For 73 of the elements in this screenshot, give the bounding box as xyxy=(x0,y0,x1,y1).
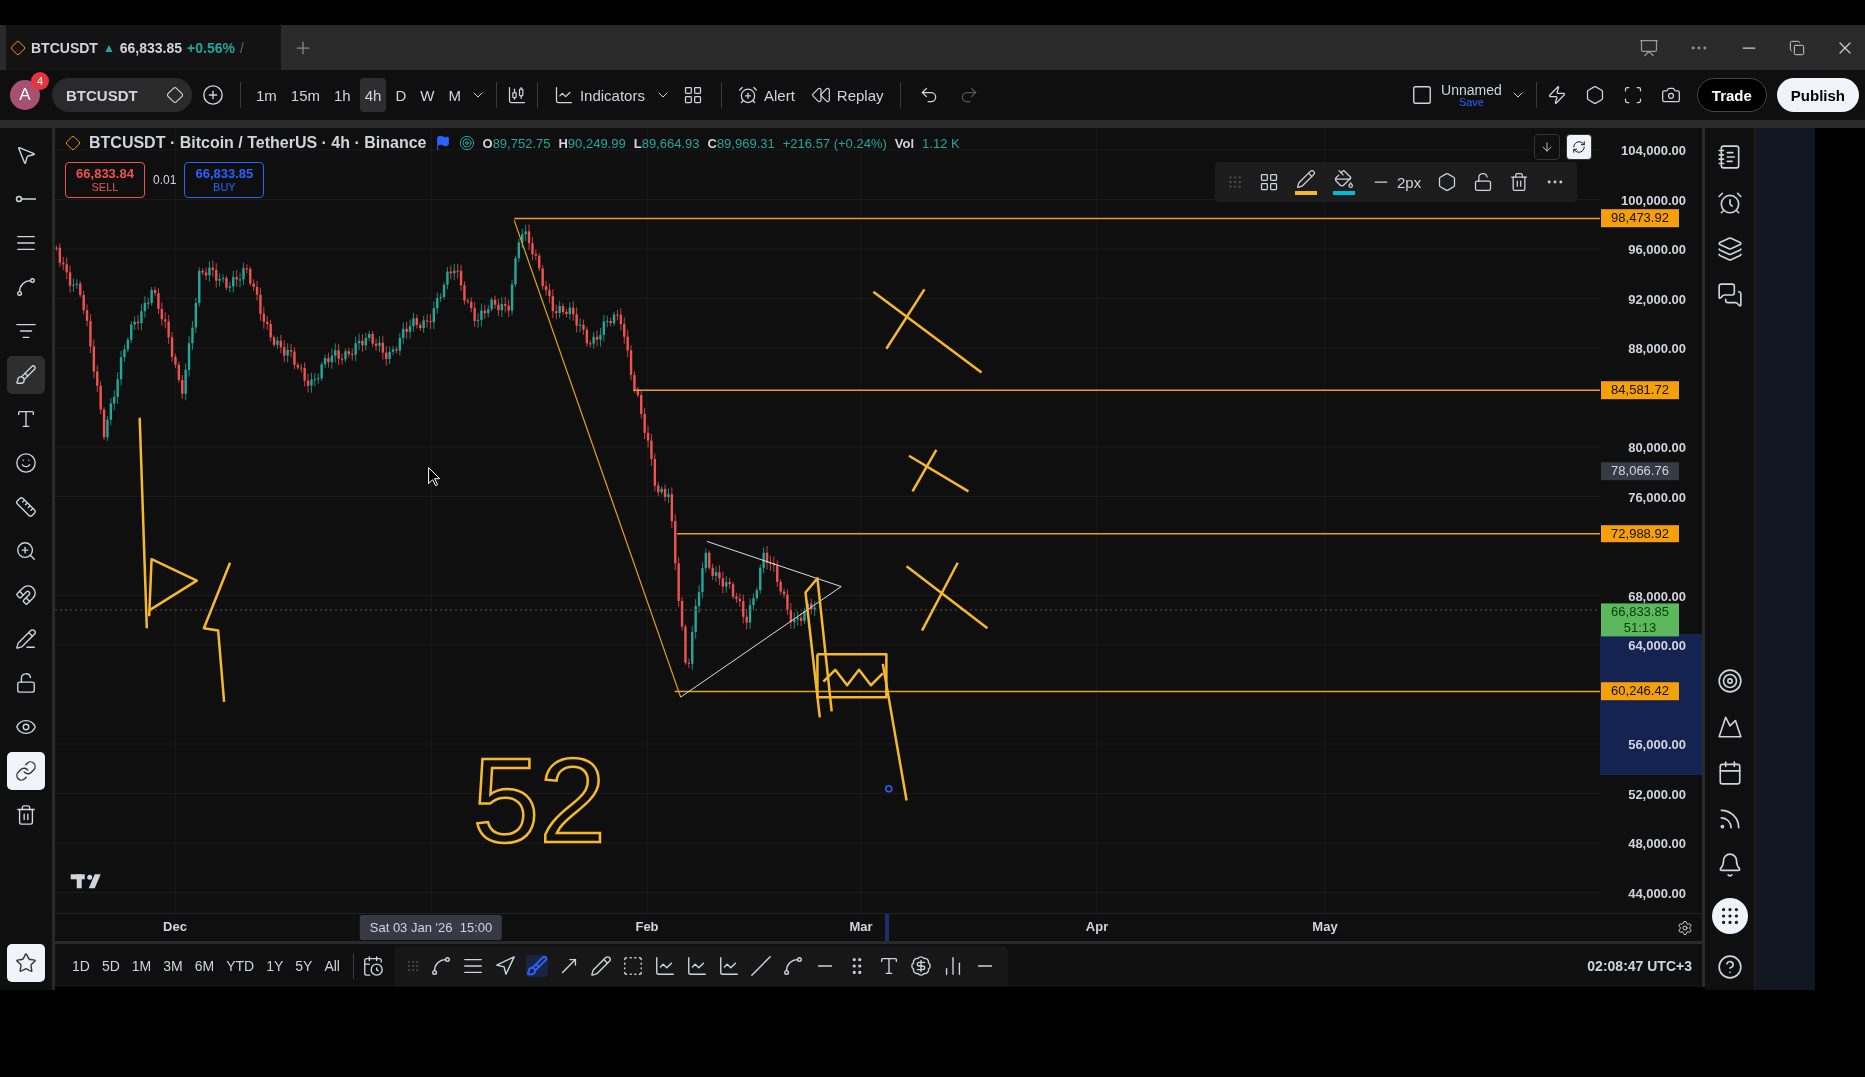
interval-tab[interactable]: M xyxy=(443,78,466,112)
price-tick: 48,000.00 xyxy=(1628,835,1686,851)
interval-tab[interactable]: 4h xyxy=(359,78,387,112)
range-button[interactable]: 5Y xyxy=(290,957,318,974)
range-button[interactable]: YTD xyxy=(221,957,260,974)
tab-price: 66,833.85 xyxy=(119,39,183,56)
ohlc-value: 89,664.93 xyxy=(641,135,700,151)
handwritten-annotation[interactable]: 52 xyxy=(472,733,607,868)
layout-name[interactable]: Unnamed xyxy=(1441,82,1502,97)
price-tick: 100,000.00 xyxy=(1620,192,1686,207)
publish-button[interactable]: Publish xyxy=(1776,78,1859,112)
tab-separator: / xyxy=(239,39,244,56)
ohlc-label: C xyxy=(707,135,717,151)
range-button[interactable]: All xyxy=(319,957,345,974)
price-tick: 64,000.00 xyxy=(1628,637,1686,653)
up-arrow: ▲ xyxy=(102,40,115,55)
price-label: 60,246.42 xyxy=(1601,682,1679,701)
time-label: Mar xyxy=(849,919,873,934)
interval-tab[interactable]: 1m xyxy=(251,78,282,112)
price-tick: 96,000.00 xyxy=(1628,241,1686,257)
order-quantity[interactable]: 0.01 xyxy=(153,173,177,187)
ohlc-value: 89,969.31 xyxy=(716,135,775,151)
price-change: +216.57 (+0.24%) xyxy=(782,135,887,151)
price-label: 78,066.76 xyxy=(1601,462,1679,480)
price-label: 66,833.85 51:13 xyxy=(1601,603,1679,637)
indicators-button[interactable]: Indicators xyxy=(547,78,651,112)
ohlc-label: O xyxy=(482,135,493,151)
time-label: Dec xyxy=(163,919,187,934)
notification-badge: 4 xyxy=(31,72,49,90)
price-label: 72,988.92 xyxy=(1601,524,1679,543)
price-label: 84,581.72 xyxy=(1601,381,1679,400)
time-label: Apr xyxy=(1085,919,1109,934)
price-label: 98,473.92 xyxy=(1601,209,1679,228)
save-link[interactable]: Save xyxy=(1458,96,1484,108)
volume-label: Vol xyxy=(894,135,915,151)
crosshair-time-label: Sat 03 Jan '26 15:00 xyxy=(359,915,503,940)
price-tick: 52,000.00 xyxy=(1628,786,1686,801)
trade-button[interactable]: Trade xyxy=(1696,78,1767,112)
range-button[interactable]: 3M xyxy=(158,957,188,974)
ohlc-label: H xyxy=(558,135,568,151)
tab-symbol[interactable]: BTCUSDT xyxy=(31,39,98,56)
interval-tab[interactable]: W xyxy=(415,78,440,112)
clock[interactable]: 02:08:47 UTC+3 xyxy=(1587,957,1692,974)
interval-tab[interactable]: 15m xyxy=(285,78,326,112)
range-button[interactable]: 5D xyxy=(96,957,125,974)
price-tick: 68,000.00 xyxy=(1628,588,1686,603)
time-label: Feb xyxy=(635,919,659,934)
interval-tab[interactable]: D xyxy=(390,78,412,112)
volume-value: 1.12 K xyxy=(922,135,960,151)
price-tick: 44,000.00 xyxy=(1628,885,1686,900)
range-button[interactable]: 1D xyxy=(67,957,95,974)
replay-button[interactable]: Replay xyxy=(804,78,890,112)
range-button[interactable]: 1Y xyxy=(261,957,289,974)
symbol-search-field[interactable]: BTCUSDT xyxy=(52,78,192,112)
price-tick: 92,000.00 xyxy=(1628,291,1686,306)
tab-change: +0.56% xyxy=(187,39,235,56)
time-label: May xyxy=(1312,919,1338,934)
price-tick: 104,000.00 xyxy=(1620,142,1686,158)
alert-button[interactable]: Alert xyxy=(731,78,801,112)
range-button[interactable]: 6M xyxy=(189,957,220,974)
price-tick: 76,000.00 xyxy=(1628,489,1686,504)
sell-button[interactable]: 66,833.84 SELL xyxy=(65,162,145,198)
chart-title[interactable]: BTCUSDT · Bitcoin / TetherUS · 4h · Binance xyxy=(89,134,427,152)
buy-button[interactable]: 66,833.85 BUY xyxy=(184,162,265,198)
price-tick: 56,000.00 xyxy=(1628,736,1686,752)
ohlc-value: 89,752.75 xyxy=(492,135,551,151)
line-width[interactable]: 2px xyxy=(1397,173,1422,191)
price-tick: 80,000.00 xyxy=(1628,439,1686,455)
price-tick: 88,000.00 xyxy=(1628,340,1686,356)
interval-tab[interactable]: 1h xyxy=(329,78,356,112)
ohlc-label: L xyxy=(633,135,642,151)
ohlc-value: 90,249.99 xyxy=(567,135,626,151)
range-button[interactable]: 1M xyxy=(126,957,157,974)
